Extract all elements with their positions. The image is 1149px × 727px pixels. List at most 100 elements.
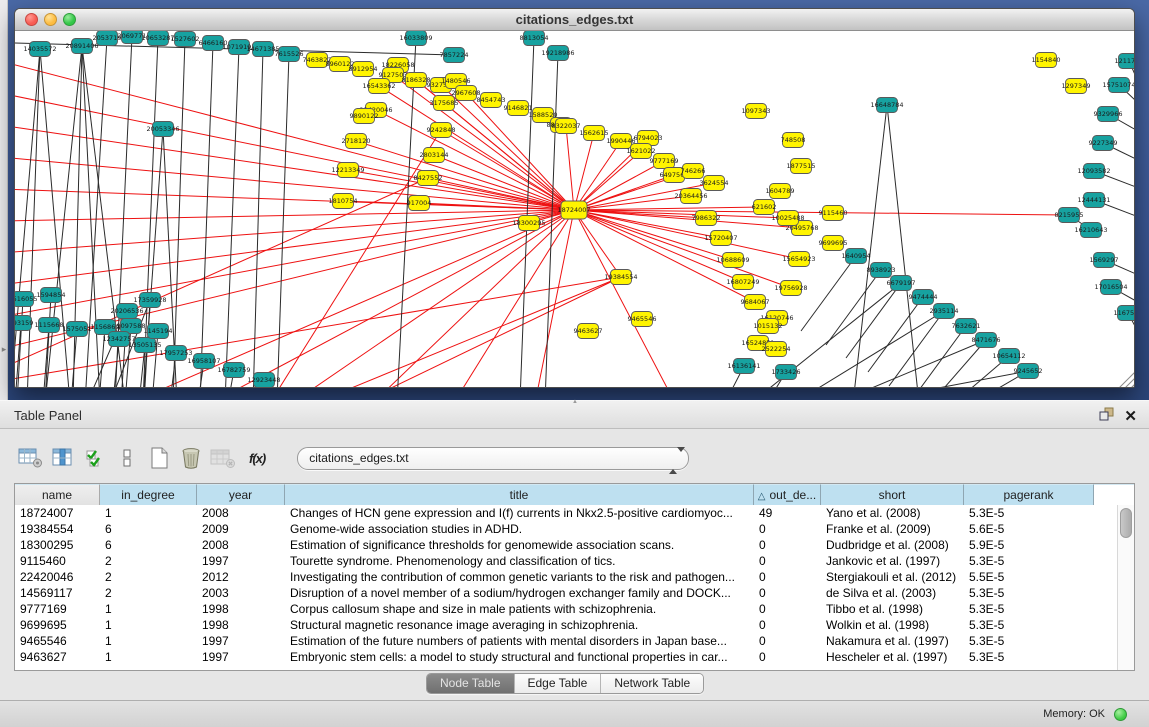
graph-node[interactable] [224,363,245,378]
graph-node[interactable] [934,304,955,319]
column-header-pagerank[interactable]: pagerank [964,484,1094,505]
graph-node[interactable] [406,31,427,46]
close-panel-icon[interactable]: ✕ [1124,408,1137,426]
column-header-short[interactable]: short [821,484,964,505]
graph-node[interactable] [758,319,779,334]
graph-node[interactable] [1101,280,1122,295]
graph-node[interactable] [97,31,118,46]
graph-node[interactable] [481,93,502,108]
network-canvas[interactable]: 1403557220891406205371920697711065328715… [15,31,1135,388]
memory-status-indicator[interactable] [1114,708,1127,721]
table-row[interactable]: 1456911722003Disruption of a novel membe… [15,585,1117,601]
table-row[interactable]: 969969511998Structural magnetic resonanc… [15,617,1117,633]
table-row[interactable]: 2242004622012Investigating the contribut… [15,569,1117,585]
graph-node[interactable] [253,42,274,57]
graph-node[interactable] [891,276,912,291]
graph-node[interactable] [153,122,174,137]
graph-node[interactable] [746,104,767,119]
tab-edge-table[interactable]: Edge Table [515,674,602,693]
graph-node[interactable] [1093,136,1114,151]
column-header-name[interactable]: name [15,484,100,505]
table-scrollbar-thumb[interactable] [1120,508,1132,538]
column-header-year[interactable]: year [197,484,285,505]
graph-node[interactable] [67,322,88,337]
graph-node-hub[interactable] [561,201,587,219]
column-header-out_de[interactable]: △out_de... [754,484,821,505]
graph-node[interactable] [117,304,138,319]
graph-node[interactable] [1059,208,1080,223]
splitter-handle[interactable]: ▲ [570,400,580,404]
canvas-resize-grip[interactable] [1119,372,1135,388]
graph-node[interactable] [791,159,812,174]
graph-node[interactable] [1084,164,1105,179]
graph-node[interactable] [72,39,93,54]
graph-node[interactable] [409,196,430,211]
graph-node[interactable] [254,373,275,388]
graph-node[interactable] [1109,78,1130,93]
graph-node[interactable] [41,288,62,303]
merge-rows-icon[interactable] [113,446,140,470]
graph-node[interactable] [194,354,215,369]
graph-node[interactable] [733,275,754,290]
table-row[interactable]: 1872400712008Changes of HCN gene express… [15,505,1117,521]
graph-node[interactable] [789,252,810,267]
graph-node[interactable] [745,295,766,310]
graph-node[interactable] [778,211,799,226]
graph-node[interactable] [330,57,351,72]
column-header-title[interactable]: title [285,484,754,505]
tab-network-table[interactable]: Network Table [601,674,703,693]
graph-node[interactable] [148,31,169,46]
graph-node[interactable] [30,42,51,57]
network-window-titlebar[interactable]: citations_edges.txt [15,9,1134,31]
graph-node[interactable] [369,79,390,94]
graph-node[interactable] [631,144,652,159]
table-row[interactable]: 1830029562008Estimation of significance … [15,537,1117,553]
graph-node[interactable] [976,333,997,348]
table-settings-icon[interactable] [17,446,44,470]
graph-node[interactable] [140,293,161,308]
graph-node[interactable] [1018,364,1039,379]
graph-node[interactable] [279,47,300,62]
graph-node[interactable] [353,62,374,77]
select-columns-icon[interactable] [81,446,108,470]
graph-node[interactable] [1098,107,1119,122]
graph-node[interactable] [611,134,632,149]
graph-node[interactable] [578,324,599,339]
graph-node[interactable] [548,46,569,61]
graph-node[interactable] [508,101,529,116]
graph-node[interactable] [1036,53,1057,68]
graph-node[interactable] [776,365,797,380]
graph-node[interactable] [418,171,439,186]
graph-node[interactable] [1066,79,1087,94]
table-selector-dropdown[interactable]: citations_edges.txt [297,447,689,470]
graph-node[interactable] [1081,223,1102,238]
panel-collapse-handle[interactable]: ▸ [0,342,8,356]
graph-node[interactable] [956,319,977,334]
graph-node[interactable] [524,31,545,46]
graph-node[interactable] [823,236,844,251]
graph-node[interactable] [431,123,452,138]
graph-node[interactable] [754,200,775,215]
graph-node[interactable] [783,133,804,148]
table-scrollbar[interactable] [1117,505,1134,670]
column-header-in_degree[interactable]: in_degree [100,484,197,505]
graph-node[interactable] [346,134,367,149]
graph-node[interactable] [913,290,934,305]
tab-node-table[interactable]: Node Table [427,674,515,693]
graph-node[interactable] [424,148,445,163]
graph-node[interactable] [444,48,465,63]
graph-node[interactable] [15,292,34,307]
graph-node[interactable] [723,253,744,268]
graph-node[interactable] [781,281,802,296]
column-selector-icon[interactable] [49,446,76,470]
graph-node[interactable] [664,168,685,183]
graph-node[interactable] [871,263,892,278]
table-row[interactable]: 946554611997Estimation of the future num… [15,633,1117,649]
graph-node[interactable] [338,163,359,178]
graph-node[interactable] [584,126,605,141]
graph-node[interactable] [711,231,732,246]
table-row[interactable]: 911546021997Tourette syndrome. Phenomeno… [15,553,1117,569]
graph-node[interactable] [333,194,354,209]
graph-node[interactable] [681,189,702,204]
delete-table-trash-icon[interactable] [177,446,204,470]
